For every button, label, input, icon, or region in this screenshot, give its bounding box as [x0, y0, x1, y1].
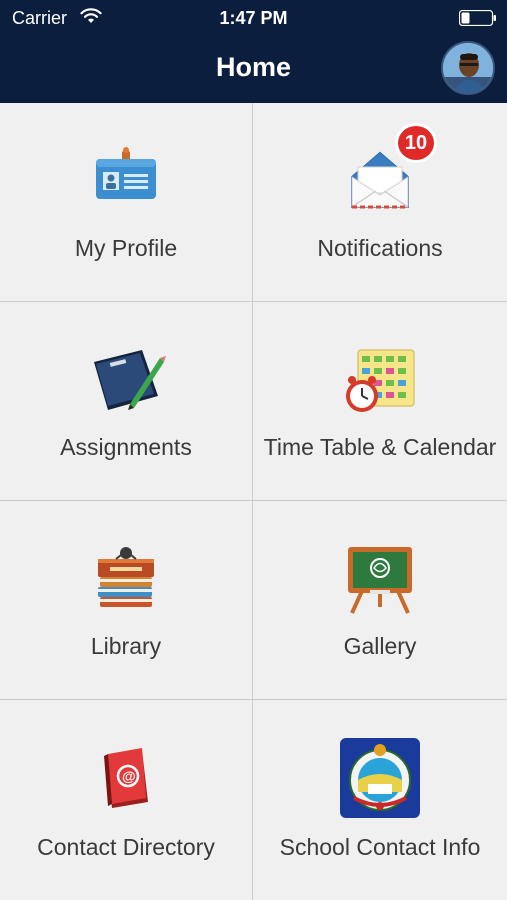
tile-label: Library [90, 633, 162, 659]
battery-icon [459, 10, 496, 26]
tile-label: My Profile [74, 235, 178, 261]
tile-gallery[interactable]: Gallery [253, 501, 507, 700]
tile-label: Contact Directory [37, 834, 215, 860]
tile-notifications[interactable]: 10 Notifications [253, 103, 507, 302]
tile-label: Gallery [343, 633, 417, 659]
user-avatar[interactable] [441, 41, 495, 95]
tile-label: Assignments [60, 434, 192, 460]
page-title: Home [215, 52, 291, 82]
tile-label: Notifications [317, 235, 443, 261]
books-stack-icon [98, 547, 154, 607]
tile-school-contact-info[interactable]: School Contact Info [253, 700, 507, 900]
menu-grid: My Profile 10 Notifications Assignments [0, 103, 507, 900]
status-bar: Carrier 1:47 PM [0, 0, 507, 36]
notebook-pencil-icon [94, 350, 166, 410]
tile-assignments[interactable]: Assignments [0, 302, 253, 501]
id-card-icon [96, 147, 156, 199]
avatar-photo-icon [443, 43, 493, 93]
svg-text:@: @ [122, 768, 136, 784]
school-emblem-icon [340, 738, 420, 818]
status-time: 1:47 PM [219, 8, 288, 28]
tile-contact-directory[interactable]: @ Contact Directory [0, 700, 253, 900]
address-book-icon: @ [104, 748, 148, 808]
app-header: Carrier 1:47 PM Home [0, 0, 507, 103]
tile-time-table-calendar[interactable]: Time Table & Calendar [253, 302, 507, 501]
tile-library[interactable]: Library [0, 501, 253, 700]
calendar-clock-icon [346, 349, 415, 412]
tile-label: School Contact Info [279, 834, 481, 860]
tile-my-profile[interactable]: My Profile [0, 103, 253, 302]
easel-board-icon [348, 547, 412, 614]
tile-label: Time Table & Calendar [263, 434, 497, 460]
notification-count-badge: 10 [395, 123, 437, 163]
